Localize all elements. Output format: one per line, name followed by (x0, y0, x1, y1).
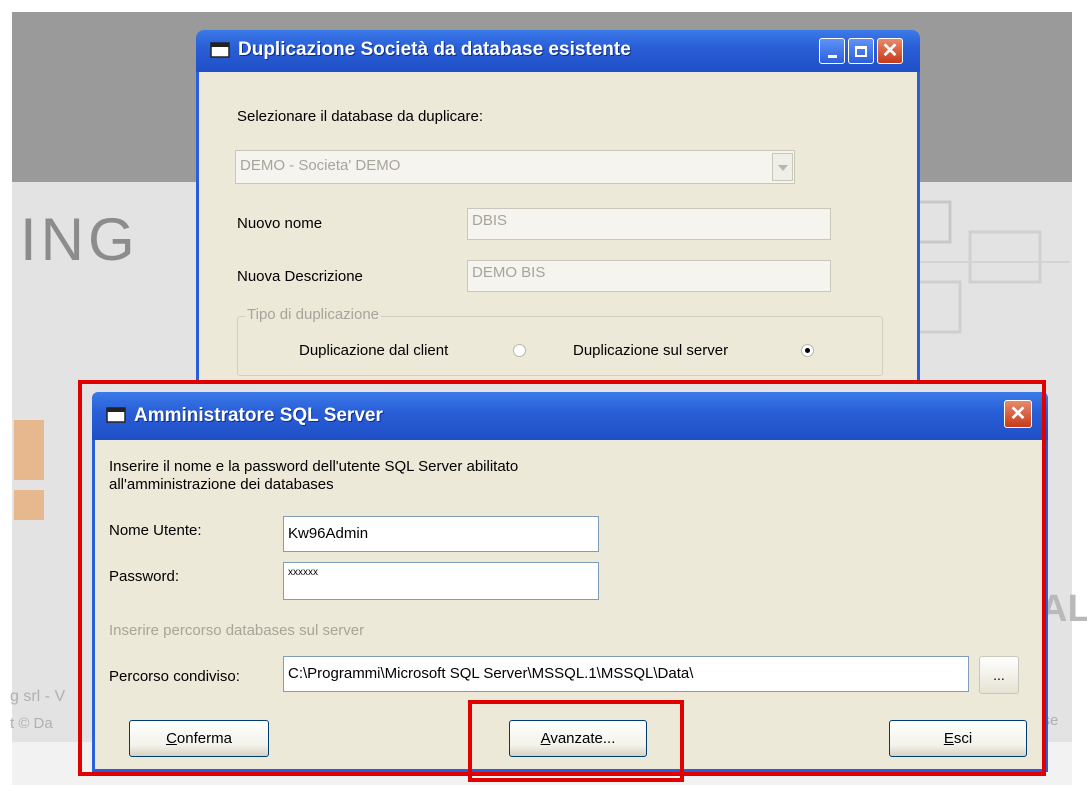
radio-server[interactable] (801, 344, 814, 357)
chevron-down-icon (777, 165, 788, 171)
background-orange-bar (14, 490, 44, 520)
confirm-button[interactable]: Conferma (129, 720, 269, 757)
browse-button[interactable]: ... (979, 656, 1019, 694)
nuovo-nome-value: DBIS (472, 212, 508, 229)
tipo-duplicazione-legend: Tipo di duplicazione (245, 306, 382, 323)
radio-server-label: Duplicazione sul server (573, 342, 729, 359)
minimize-button[interactable] (819, 38, 845, 64)
path-label: Percorso condiviso: (109, 668, 240, 685)
background-logo-text: ING (20, 206, 139, 273)
minimize-icon (820, 39, 844, 63)
advanced-button[interactable]: Avanzate... (509, 720, 647, 757)
background-footer-copyright: t © Da (10, 715, 53, 732)
radio-client[interactable] (513, 344, 526, 357)
close-icon: ✕ (1009, 403, 1027, 425)
exit-button[interactable]: Esci (889, 720, 1027, 757)
path-input[interactable]: C:\Programmi\Microsoft SQL Server\MSSQL.… (283, 656, 969, 692)
instruction-line-1: Inserire il nome e la password dell'uten… (109, 458, 519, 475)
dup-window-body: Selezionare il database da duplicare: DE… (196, 72, 920, 382)
window-icon (106, 407, 126, 423)
close-icon: ✕ (881, 40, 899, 62)
dup-window-title: Duplicazione Società da database esisten… (238, 39, 631, 60)
dup-window-titlebar[interactable]: Duplicazione Società da database esisten… (196, 30, 920, 72)
window-icon (210, 42, 230, 58)
password-input[interactable]: xxxxxx (283, 562, 599, 600)
password-label: Password: (109, 568, 180, 585)
sql-dialog-body: Inserire il nome e la password dell'uten… (92, 440, 1048, 772)
path-value: C:\Programmi\Microsoft SQL Server\MSSQL.… (288, 665, 694, 682)
radio-client-label: Duplicazione dal client (299, 342, 449, 359)
instruction-line-2: all'amministrazione dei databases (109, 476, 334, 493)
confirm-button-label: Conferma (166, 730, 232, 747)
nuova-descrizione-value: DEMO BIS (472, 264, 546, 281)
username-label: Nome Utente: (109, 522, 202, 539)
username-value: Kw96Admin (288, 525, 369, 542)
nuova-descrizione-input[interactable]: DEMO BIS (467, 260, 831, 292)
dup-close-button[interactable]: ✕ (877, 38, 903, 64)
maximize-icon (849, 39, 873, 63)
nuova-descrizione-label: Nuova Descrizione (237, 268, 363, 285)
advanced-button-label: Avanzate... (540, 730, 616, 747)
browse-button-label: ... (993, 667, 1005, 683)
database-select[interactable]: DEMO - Societa' DEMO (235, 150, 795, 184)
maximize-button[interactable] (848, 38, 874, 64)
nuovo-nome-input[interactable]: DBIS (467, 208, 831, 240)
sql-close-button[interactable]: ✕ (1004, 400, 1032, 428)
exit-button-label: Esci (943, 730, 973, 747)
nuovo-nome-label: Nuovo nome (237, 215, 323, 232)
database-select-value: DEMO - Societa' DEMO (240, 157, 401, 174)
radio-selected-dot (805, 348, 810, 353)
background-footer-company: g srl - V (10, 688, 66, 705)
password-value: xxxxxx (288, 567, 318, 578)
background-orange-bar (14, 420, 44, 480)
select-database-label: Selezionare il database da duplicare: (237, 108, 483, 125)
username-input[interactable]: Kw96Admin (283, 516, 599, 552)
desktop-screen: ING AL g srl - V t © Da i se Duplicazion… (0, 0, 1087, 785)
sql-dialog-title: Amministratore SQL Server (134, 405, 383, 426)
path-hint-label: Inserire percorso databases sul server (109, 622, 365, 639)
database-dropdown-button[interactable] (772, 153, 793, 181)
sql-dialog-titlebar[interactable]: Amministratore SQL Server ✕ (92, 392, 1048, 440)
